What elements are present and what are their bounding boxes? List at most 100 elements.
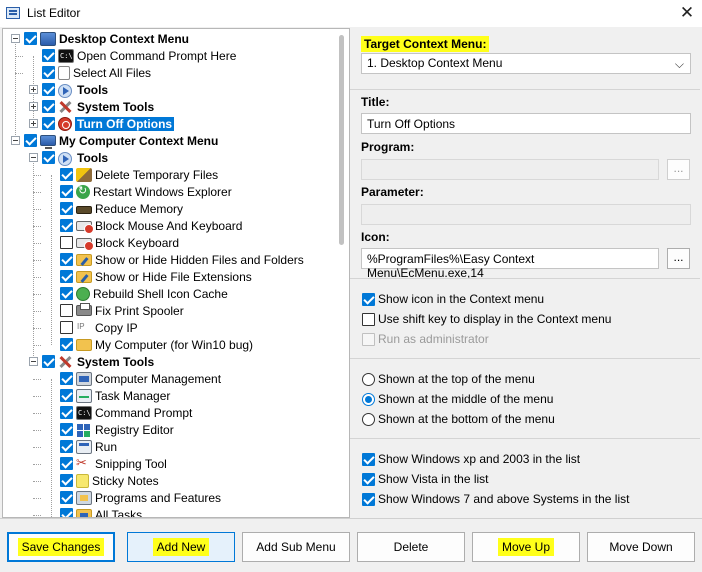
tree-node[interactable]: Open Command Prompt Here [29,47,236,64]
tree-node[interactable]: Programs and Features [47,489,221,506]
tree-node[interactable]: Restart Windows Explorer [47,183,232,200]
tree-node[interactable]: Copy IP [47,319,138,336]
tree-node-checkbox[interactable] [60,287,73,300]
tree-node[interactable]: Fix Print Spooler [47,302,184,319]
tree-node[interactable]: Run [47,438,117,455]
position-top-radio[interactable] [362,372,375,386]
tree-node-checkbox[interactable] [60,202,73,215]
title-field[interactable]: Turn Off Options [361,113,691,134]
tree-node[interactable]: Show or Hide File Extensions [47,268,252,285]
add-new-button[interactable]: Add New [127,532,235,562]
delete-button[interactable]: Delete [357,532,465,562]
shift-key-option[interactable]: Use shift key to display in the Context … [362,311,611,327]
tree-node[interactable]: Turn Off Options [29,115,175,132]
program-field[interactable] [361,159,659,180]
save-changes-button[interactable]: Save Changes [7,532,115,562]
tree-node-checkbox[interactable] [60,457,73,470]
show-win7-checkbox[interactable] [362,492,375,506]
position-middle-radio[interactable] [362,392,375,406]
tree-node[interactable]: Registry Editor [47,421,174,438]
tree-node[interactable]: Computer Management [47,370,221,387]
tree-node[interactable]: Sticky Notes [47,472,159,489]
tree-node[interactable]: My Computer (for Win10 bug) [47,336,253,353]
move-down-button[interactable]: Move Down [587,532,695,562]
tree-node-checkbox[interactable] [42,66,55,79]
tree-node-checkbox[interactable] [42,151,55,164]
tree-node-checkbox[interactable] [60,253,73,266]
show-win7-option[interactable]: Show Windows 7 and above Systems in the … [362,491,629,507]
tree-node-checkbox[interactable] [24,32,37,45]
show-icon-option[interactable]: Show icon in the Context menu [362,291,544,307]
tree-node[interactable]: Reduce Memory [47,200,183,217]
tree-node[interactable]: Tools [29,81,108,98]
tree-node-checkbox[interactable] [42,83,55,96]
menu-tree[interactable]: Desktop Context Menu Open Command Prompt … [2,28,350,518]
tree-scrollbar-thumb[interactable] [339,35,344,245]
folder-edit-icon [76,270,92,283]
target-context-menu-select[interactable]: 1. Desktop Context Menu ⌵ [361,53,691,74]
position-top-option[interactable]: Shown at the top of the menu [362,371,535,387]
collapse-icon[interactable] [11,34,20,43]
add-sub-menu-button[interactable]: Add Sub Menu [242,532,350,562]
tree-node[interactable]: System Tools [29,98,154,115]
tree-node-checkbox[interactable] [42,355,55,368]
tree-node[interactable]: Rebuild Shell Icon Cache [47,285,228,302]
tree-node-checkbox[interactable] [60,236,73,249]
tree-node-checkbox[interactable] [60,304,73,317]
tree-node-checkbox[interactable] [60,270,73,283]
tree-node-checkbox[interactable] [60,219,73,232]
tree-node-checkbox[interactable] [42,49,55,62]
show-vista-option[interactable]: Show Vista in the list [362,471,489,487]
tree-node[interactable]: Select All Files [29,64,151,81]
tree-node[interactable]: Snipping Tool [47,455,167,472]
tree-node[interactable]: Block Mouse And Keyboard [47,217,242,234]
tree-node-checkbox[interactable] [60,185,73,198]
shift-key-checkbox[interactable] [362,312,375,326]
tree-node-checkbox[interactable] [60,168,73,181]
tree-node[interactable]: Delete Temporary Files [47,166,218,183]
icon-path-field[interactable]: %ProgramFiles%\Easy Context Menu\EcMenu.… [361,248,659,280]
tree-node-checkbox[interactable] [60,423,73,436]
tree-node-checkbox[interactable] [60,440,73,453]
tree-node-checkbox[interactable] [60,389,73,402]
tree-node-checkbox[interactable] [60,338,73,351]
tree-node-checkbox[interactable] [60,508,73,517]
collapse-icon[interactable] [29,357,38,366]
show-xp-option[interactable]: Show Windows xp and 2003 in the list [362,451,580,467]
collapse-icon[interactable] [11,136,20,145]
position-bottom-radio[interactable] [362,412,375,426]
tree-node[interactable]: My Computer Context Menu [11,132,218,149]
show-icon-checkbox[interactable] [362,292,375,306]
move-up-button[interactable]: Move Up [472,532,580,562]
tree-node-checkbox[interactable] [42,117,55,130]
tree-node[interactable]: Command Prompt [47,404,192,421]
tree-node-checkbox[interactable] [60,474,73,487]
tree-node[interactable]: Task Manager [47,387,170,404]
position-middle-option[interactable]: Shown at the middle of the menu [362,391,553,407]
tree-node-checkbox[interactable] [60,491,73,504]
run-icon [76,439,92,454]
tree-node[interactable]: Desktop Context Menu [11,30,189,47]
tree-node[interactable]: Block Keyboard [47,234,179,251]
tree-scrollbar[interactable] [335,29,349,517]
program-browse-button[interactable]: ... [667,159,690,180]
icon-browse-button[interactable]: ... [667,248,690,269]
show-xp-checkbox[interactable] [362,452,375,466]
tree-node-checkbox[interactable] [60,406,73,419]
tree-node-checkbox[interactable] [60,372,73,385]
tree-node-checkbox[interactable] [24,134,37,147]
expand-icon[interactable] [29,85,38,94]
expand-icon[interactable] [29,119,38,128]
show-vista-checkbox[interactable] [362,472,375,486]
parameter-field[interactable] [361,204,691,225]
collapse-icon[interactable] [29,153,38,162]
tree-node[interactable]: System Tools [29,353,154,370]
tree-node[interactable]: Show or Hide Hidden Files and Folders [47,251,304,268]
tree-node-checkbox[interactable] [60,321,73,334]
tree-node-checkbox[interactable] [42,100,55,113]
expand-icon[interactable] [29,102,38,111]
tree-node[interactable]: All Tasks [47,506,142,517]
tree-node[interactable]: Tools [29,149,108,166]
position-bottom-option[interactable]: Shown at the bottom of the menu [362,411,555,427]
close-button[interactable]: ✕ [672,0,702,28]
